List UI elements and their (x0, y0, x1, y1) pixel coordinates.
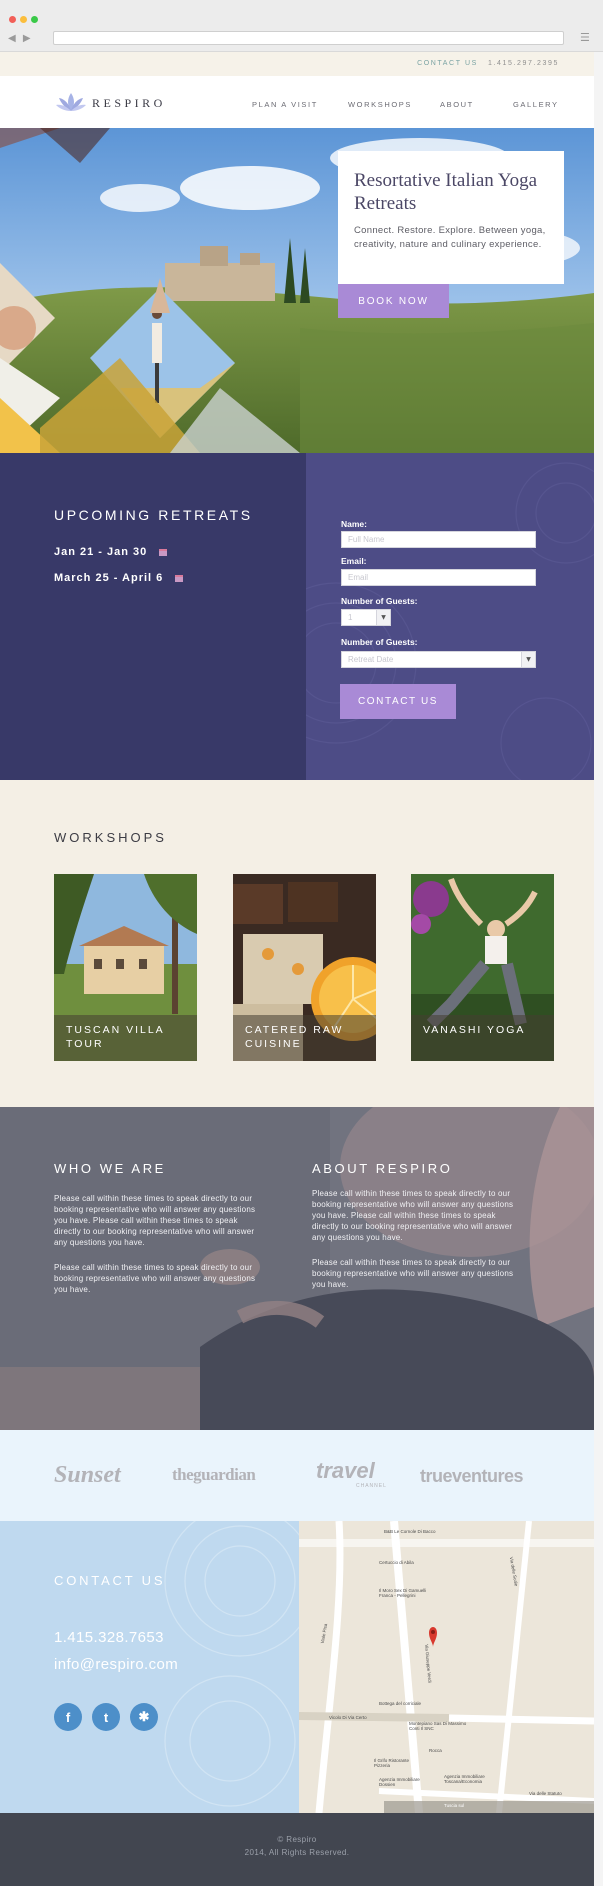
hero-card: Resortative Italian Yoga Retreats Connec… (338, 151, 564, 284)
facebook-icon[interactable]: f (54, 1703, 82, 1731)
hero-description: Connect. Restore. Explore. Between yoga,… (354, 225, 546, 250)
minimize-window-icon[interactable] (20, 16, 27, 23)
map-label: Rocca (429, 1748, 442, 1753)
email-label: Email: (341, 556, 367, 566)
retreat-date-2-text: March 25 - April 6 (54, 572, 164, 584)
retreat-date-2[interactable]: March 25 - April 6 (54, 572, 184, 584)
map-label: Vicolo Di Via Certo (329, 1715, 367, 1720)
name-input[interactable]: Full Name (341, 531, 536, 548)
scrollbar-gutter[interactable] (594, 52, 603, 1886)
workshops-section: WORKSHOPS TUSCAN VILLA TOUR CATERED RAW … (0, 780, 594, 1107)
retreat-date-select[interactable]: Retreat Date ▼ (341, 651, 536, 668)
retreat-date-1-text: Jan 21 - Jan 30 (54, 546, 148, 558)
hamburger-menu-icon[interactable]: ☰ (580, 31, 590, 44)
contact-heading: CONTACT US (54, 1573, 166, 1588)
nav-plan-a-visit[interactable]: PLAN A VISIT (252, 100, 318, 109)
workshop-caption: CATERED RAW CUISINE (233, 1015, 376, 1061)
workshop-card-cuisine[interactable]: CATERED RAW CUISINE (233, 874, 376, 1061)
map-label: Bottega del corriciale (379, 1701, 422, 1706)
location-map[interactable]: B&B Le Cornole Di Bacco Certuccio di Abi… (299, 1521, 594, 1813)
footer-rights: 2014, All Rights Reserved. (244, 1848, 350, 1857)
address-bar[interactable] (53, 31, 564, 45)
twitter-icon[interactable]: t (92, 1703, 120, 1731)
who-we-are-heading: WHO WE ARE (54, 1161, 166, 1176)
contact-section: CONTACT US 1.415.328.7653 info@respiro.c… (0, 1521, 299, 1813)
yelp-icon[interactable]: ✱ (130, 1703, 158, 1731)
nav-gallery[interactable]: GALLERY (513, 100, 559, 109)
workshop-caption: TUSCAN VILLA TOUR (54, 1015, 197, 1061)
contact-email[interactable]: info@respiro.com (54, 1656, 178, 1673)
about-respiro-paragraph-1: Please call within these times to speak … (312, 1189, 514, 1242)
zoom-window-icon[interactable] (31, 16, 38, 23)
about-respiro-heading: ABOUT RESPIRO (312, 1161, 453, 1176)
hero-title: Resortative Italian Yoga Retreats (354, 170, 538, 214)
retreat-date-label: Number of Guests: (341, 637, 418, 647)
lotus-logo-icon[interactable] (56, 91, 86, 113)
retreats-heading: UPCOMING RETREATS (54, 507, 253, 523)
chevron-down-icon[interactable]: ▼ (521, 652, 535, 667)
about-section: WHO WE ARE Please call within these time… (0, 1107, 594, 1430)
email-input[interactable]: Email (341, 569, 536, 586)
site-footer: © Respiro 2014, All Rights Reserved. (0, 1813, 594, 1886)
retreat-date-select-value: Retreat Date (348, 655, 394, 664)
map-roads (299, 1521, 594, 1813)
map-label: Via delle Statuto (529, 1791, 562, 1796)
map-label: Certuccio di Abila (379, 1560, 414, 1565)
logo-text[interactable]: RESPIRO (92, 96, 166, 111)
workshops-heading: WORKSHOPS (54, 830, 167, 845)
guests-select[interactable]: 1 ▼ (341, 609, 391, 626)
press-logos-strip: Sunset theguardian travel CHANNEL trueve… (0, 1430, 594, 1521)
top-phone[interactable]: 1.415.297.2395 (488, 60, 559, 67)
workshop-card-villa[interactable]: TUSCAN VILLA TOUR (54, 874, 197, 1061)
nav-workshops[interactable]: WORKSHOPS (348, 100, 412, 109)
map-label: Agenzia Immobiliare Dossien (379, 1777, 420, 1787)
back-forward-icon[interactable]: ◀ ▶ (8, 33, 33, 44)
who-we-are-paragraph-1: Please call within these times to speak … (54, 1194, 256, 1247)
top-contact-link[interactable]: CONTACT US (417, 60, 478, 67)
hero-section: Resortative Italian Yoga Retreats Connec… (0, 128, 594, 453)
map-label: Il Grifo Ristorante Pizzeria (374, 1758, 410, 1768)
close-window-icon[interactable] (9, 16, 16, 23)
calendar-icon[interactable] (159, 548, 168, 556)
contact-phone[interactable]: 1.415.328.7653 (54, 1629, 164, 1646)
who-we-are-paragraph-2: Please call within these times to speak … (54, 1263, 256, 1294)
map-label: Il Moro Sex Di Gamuelli Franca - Pellegr… (379, 1588, 427, 1598)
nav-about[interactable]: ABOUT (440, 100, 474, 109)
about-respiro-paragraph-2: Please call within these times to speak … (312, 1258, 514, 1289)
book-now-button[interactable]: BOOK NOW (338, 284, 449, 318)
contact-us-button[interactable]: CONTACT US (340, 684, 456, 719)
calendar-icon[interactable] (175, 574, 184, 582)
workshop-card-yoga[interactable]: VANASHI YOGA (411, 874, 554, 1061)
browser-chrome: ◀ ▶ ☰ (0, 0, 603, 52)
guests-select-value: 1 (348, 613, 353, 622)
guests-label: Number of Guests: (341, 596, 418, 606)
workshop-caption: VANASHI YOGA (411, 1015, 554, 1061)
site-header: RESPIRO PLAN A VISIT WORKSHOPS ABOUT GAL… (0, 76, 603, 128)
workshop-title: VANASHI YOGA (423, 1024, 526, 1036)
retreat-date-1[interactable]: Jan 21 - Jan 30 (54, 546, 168, 558)
workshop-title: TUSCAN VILLA TOUR (66, 1024, 165, 1050)
name-label: Name: (341, 519, 367, 529)
travel-channel-logo[interactable]: travel (316, 1458, 375, 1484)
top-contact-bar: CONTACT US 1.415.297.2395 (0, 52, 603, 76)
footer-copyright: © Respiro (277, 1835, 317, 1844)
upcoming-retreats-section: UPCOMING RETREATS Jan 21 - Jan 30 March … (0, 453, 594, 780)
guardian-logo[interactable]: theguardian (172, 1465, 256, 1485)
map-label: B&B Le Cornole Di Bacco (384, 1529, 436, 1534)
top-contact: CONTACT US 1.415.297.2395 (417, 60, 559, 67)
workshop-title: CATERED RAW CUISINE (245, 1024, 344, 1050)
chevron-down-icon[interactable]: ▼ (376, 610, 390, 625)
travel-channel-subtext: CHANNEL (356, 1483, 387, 1489)
map-label: Tuscia sul (444, 1803, 465, 1808)
map-label: Montepiano Sas Di Massimo Conti Il SNC (409, 1721, 467, 1731)
sunset-logo[interactable]: Sunset (54, 1462, 121, 1489)
true-ventures-logo[interactable]: trueventures (420, 1466, 524, 1487)
map-label: Agenzia Immobiliare Toscana/Economia (444, 1774, 485, 1784)
